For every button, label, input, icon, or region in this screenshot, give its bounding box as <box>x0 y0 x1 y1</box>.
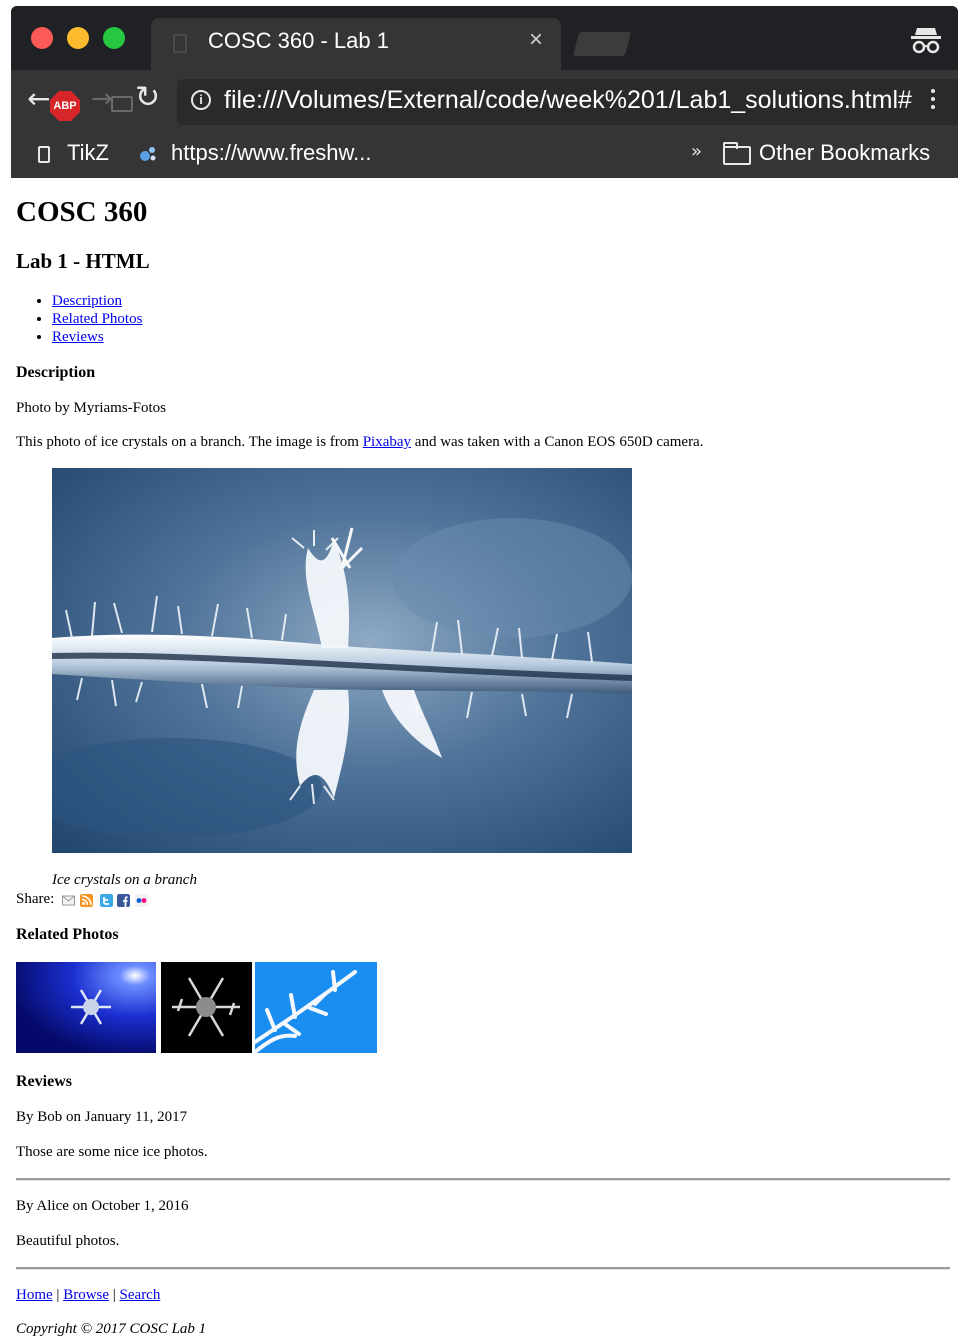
bookmark-tikz[interactable]: TikZ <box>67 140 109 166</box>
bookmarks-overflow-icon[interactable]: » <box>691 141 702 162</box>
folder-icon <box>723 142 751 165</box>
twitter-icon[interactable] <box>100 894 113 907</box>
browser-toolbar: ← ABP → ↻ i file:///Volumes/External/cod… <box>11 70 958 132</box>
review-byline: By Bob on January 11, 2017 <box>16 1109 188 1125</box>
pixabay-link[interactable]: Pixabay <box>363 434 411 450</box>
nav-link-reviews[interactable]: Reviews <box>52 329 104 345</box>
page-subtitle: Lab 1 - HTML <box>16 249 150 273</box>
tab-active[interactable]: COSC 360 - Lab 1 × <box>151 18 561 70</box>
nav-link-description[interactable]: Description <box>52 293 122 309</box>
more-menu-icon[interactable] <box>931 89 935 113</box>
photo-caption: Ice crystals on a branch <box>52 872 197 888</box>
cast-icon[interactable] <box>111 96 133 112</box>
url-text[interactable]: file:///Volumes/External/code/week%201/L… <box>224 86 912 115</box>
rss-icon[interactable] <box>80 894 93 907</box>
review-byline: By Alice on October 1, 2016 <box>16 1198 189 1214</box>
title-bar: COSC 360 - Lab 1 × <box>11 6 958 70</box>
nav-item: Related Photos <box>52 310 142 328</box>
zoom-window-button[interactable] <box>103 27 125 49</box>
page-icon <box>38 146 50 163</box>
description-text-start: This photo of ice crystals on a branch. … <box>16 434 363 450</box>
back-arrow-icon[interactable]: ← <box>27 82 50 115</box>
bookmarks-bar: TikZ https://www.freshw... » Other Bookm… <box>11 132 958 178</box>
close-window-button[interactable] <box>31 27 53 49</box>
description-heading: Description <box>16 364 96 381</box>
review-text: Beautiful photos. <box>16 1233 120 1249</box>
related-photos-heading: Related Photos <box>16 926 119 943</box>
facebook-icon[interactable] <box>117 894 130 907</box>
footer-separator: | <box>112 1287 116 1303</box>
footer-separator: | <box>56 1287 60 1303</box>
adblock-plus-icon[interactable]: ABP <box>50 91 80 121</box>
description-text-end: and was taken with a Canon EOS 650D came… <box>411 434 704 450</box>
email-icon[interactable] <box>62 894 75 907</box>
share-label: Share: <box>16 891 55 907</box>
ice-crystals-photo <box>52 468 632 853</box>
description-text: This photo of ice crystals on a branch. … <box>16 434 703 451</box>
browser-window: COSC 360 - Lab 1 × ← ABP → ↻ i file:///V… <box>11 6 958 178</box>
bookmark-freshworks[interactable]: https://www.freshw... <box>171 140 372 166</box>
new-tab-button[interactable] <box>572 32 632 56</box>
photo-credit: Photo by Myriams-Fotos <box>16 400 167 416</box>
reviews-heading: Reviews <box>16 1073 72 1090</box>
nav-item: Reviews <box>52 328 142 346</box>
section-nav: Description Related Photos Reviews <box>16 292 142 346</box>
footer-link-search[interactable]: Search <box>120 1287 161 1303</box>
related-photo-frosted-branch[interactable] <box>255 962 377 1053</box>
related-photo-blue-snowflake[interactable] <box>16 962 156 1053</box>
address-bar[interactable]: i file:///Volumes/External/code/week%201… <box>177 79 958 125</box>
other-bookmarks[interactable]: Other Bookmarks <box>759 140 930 166</box>
info-icon[interactable]: i <box>191 90 211 110</box>
forward-arrow-icon[interactable]: → <box>91 84 113 114</box>
nav-item: Description <box>52 292 142 310</box>
tab-page-icon <box>173 34 187 53</box>
footer-nav: Home | Browse | Search <box>16 1287 160 1304</box>
freshworks-icon <box>140 147 156 161</box>
footer-link-home[interactable]: Home <box>16 1287 53 1303</box>
footer-link-browse[interactable]: Browse <box>63 1287 109 1303</box>
tab-close-icon[interactable]: × <box>529 28 543 52</box>
page-title: COSC 360 <box>16 196 148 228</box>
tab-title: COSC 360 - Lab 1 <box>208 28 389 53</box>
divider <box>16 1178 950 1181</box>
copyright: Copyright © 2017 COSC Lab 1 <box>16 1321 207 1337</box>
reload-icon[interactable]: ↻ <box>135 80 160 115</box>
nav-link-related-photos[interactable]: Related Photos <box>52 311 142 327</box>
review-text: Those are some nice ice photos. <box>16 1144 208 1160</box>
minimize-window-button[interactable] <box>67 27 89 49</box>
incognito-icon <box>911 28 941 54</box>
flickr-icon[interactable] <box>135 894 148 907</box>
related-photo-snowflake-black[interactable] <box>161 962 252 1053</box>
divider <box>16 1267 950 1270</box>
